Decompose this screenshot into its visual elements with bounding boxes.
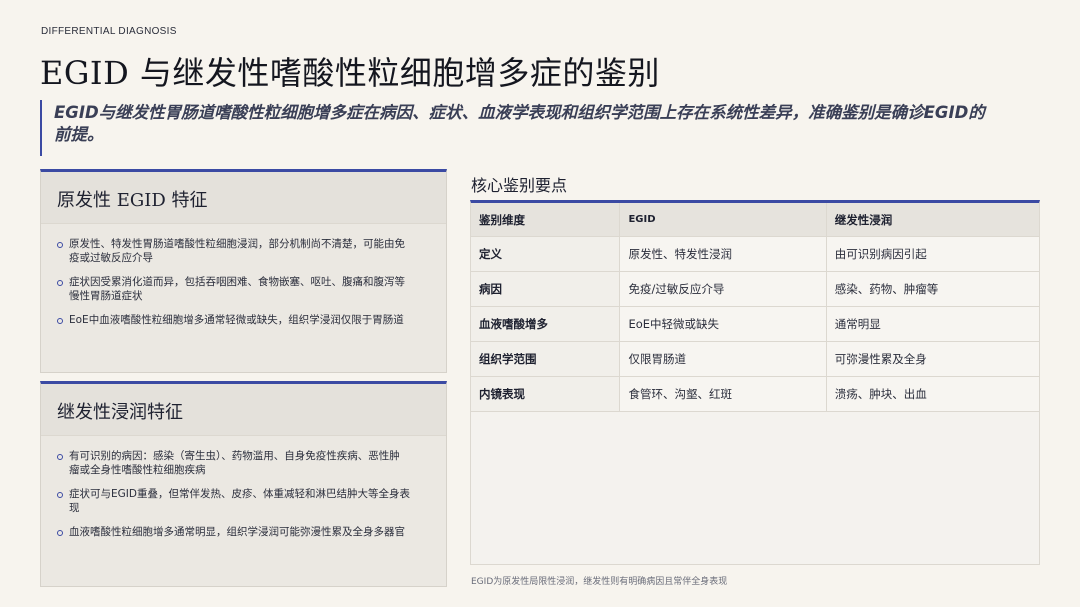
table-footnote: EGID为原发性局限性浸润，继发性则有明确病因且常伴全身表现 <box>471 577 728 587</box>
circle-bullet-icon <box>57 492 63 498</box>
row-label: 病因 <box>471 272 621 307</box>
table-row: 组织学范围 仅限胃肠道 可弥漫性累及全身 <box>471 342 1039 377</box>
table-cell: 可弥漫性累及全身 <box>826 342 1039 377</box>
list-item-text: 症状因受累消化道而异，包括吞咽困难、食物嵌塞、呕吐、腹痛和腹泻等慢性胃肠道症状 <box>69 276 405 302</box>
table-cell: 感染、药物、肿瘤等 <box>826 272 1039 307</box>
row-label: 定义 <box>471 237 621 272</box>
circle-bullet-icon <box>57 454 63 460</box>
column-header: EGID <box>620 203 827 237</box>
table-cell: 食管环、沟壑、红斑 <box>620 377 827 412</box>
circle-bullet-icon <box>57 318 63 324</box>
table-row: 血液嗜酸增多 EoE中轻微或缺失 通常明显 <box>471 307 1039 342</box>
table-row: 病因 免疫/过敏反应介导 感染、药物、肿瘤等 <box>471 272 1039 307</box>
page-title: EGID 与继发性嗜酸性粒细胞增多症的鉴别 <box>40 54 660 92</box>
list-item: 症状因受累消化道而异，包括吞咽困难、食物嵌塞、呕吐、腹痛和腹泻等慢性胃肠道症状 <box>57 276 410 303</box>
circle-bullet-icon <box>57 530 63 536</box>
list-item: EoE中血液嗜酸性粒细胞增多通常轻微或缺失，组织学浸润仅限于胃肠道 <box>57 314 410 328</box>
row-label: 内镜表现 <box>471 377 621 412</box>
row-label: 组织学范围 <box>471 342 621 377</box>
section-kicker: DIFFERENTIAL DIAGNOSIS <box>41 26 177 37</box>
table-section-title: 核心鉴别要点 <box>471 176 568 195</box>
list-item: 原发性、特发性胃肠道嗜酸性粒细胞浸润，部分机制尚不清楚，可能由免疫或过敏反应介导 <box>57 238 410 265</box>
secondary-card-heading: 继发性浸润特征 <box>41 384 446 436</box>
table-cell: 由可识别病因引起 <box>826 237 1039 272</box>
comparison-table-panel: 鉴别维度 EGID 继发性浸润 定义 原发性、特发性浸润 由可识别病因引起 病因… <box>470 200 1040 565</box>
table-row: 内镜表现 食管环、沟壑、红斑 溃疡、肿块、出血 <box>471 377 1039 412</box>
circle-bullet-icon <box>57 280 63 286</box>
table-header-row: 鉴别维度 EGID 继发性浸润 <box>471 203 1039 237</box>
list-item: 血液嗜酸性粒细胞增多通常明显，组织学浸润可能弥漫性累及全身多器官 <box>57 526 410 540</box>
secondary-infiltration-card: 继发性浸润特征 有可识别的病因：感染（寄生虫）、药物滥用、自身免疫性疾病、恶性肿… <box>40 381 447 587</box>
table-cell: 通常明显 <box>826 307 1039 342</box>
list-item-text: 有可识别的病因：感染（寄生虫）、药物滥用、自身免疫性疾病、恶性肿瘤或全身性嗜酸性… <box>69 450 400 476</box>
primary-card-heading: 原发性 EGID 特征 <box>41 172 446 224</box>
table-cell: 免疫/过敏反应介导 <box>620 272 827 307</box>
primary-feature-list: 原发性、特发性胃肠道嗜酸性粒细胞浸润，部分机制尚不清楚，可能由免疫或过敏反应介导… <box>41 224 446 328</box>
comparison-table: 鉴别维度 EGID 继发性浸润 定义 原发性、特发性浸润 由可识别病因引起 病因… <box>471 203 1039 412</box>
list-item-text: 症状可与EGID重叠，但常伴发热、皮疹、体重减轻和淋巴结肿大等全身表现 <box>69 488 410 514</box>
secondary-feature-list: 有可识别的病因：感染（寄生虫）、药物滥用、自身免疫性疾病、恶性肿瘤或全身性嗜酸性… <box>41 436 446 540</box>
table-cell: 原发性、特发性浸润 <box>620 237 827 272</box>
column-header: 继发性浸润 <box>826 203 1039 237</box>
primary-egid-card: 原发性 EGID 特征 原发性、特发性胃肠道嗜酸性粒细胞浸润，部分机制尚不清楚，… <box>40 169 447 373</box>
circle-bullet-icon <box>57 242 63 248</box>
table-cell: 溃疡、肿块、出血 <box>826 377 1039 412</box>
list-item-text: EoE中血液嗜酸性粒细胞增多通常轻微或缺失，组织学浸润仅限于胃肠道 <box>69 314 404 326</box>
table-row: 定义 原发性、特发性浸润 由可识别病因引起 <box>471 237 1039 272</box>
table-cell: EoE中轻微或缺失 <box>620 307 827 342</box>
row-label: 血液嗜酸增多 <box>471 307 621 342</box>
table-cell: 仅限胃肠道 <box>620 342 827 377</box>
column-header: 鉴别维度 <box>471 203 621 237</box>
list-item: 有可识别的病因：感染（寄生虫）、药物滥用、自身免疫性疾病、恶性肿瘤或全身性嗜酸性… <box>57 450 410 477</box>
list-item-text: 原发性、特发性胃肠道嗜酸性粒细胞浸润，部分机制尚不清楚，可能由免疫或过敏反应介导 <box>69 238 405 264</box>
lead-statement: EGID与继发性胃肠道嗜酸性粒细胞增多症在病因、症状、血液学表现和组织学范围上存… <box>40 100 1000 156</box>
list-item-text: 血液嗜酸性粒细胞增多通常明显，组织学浸润可能弥漫性累及全身多器官 <box>69 526 405 538</box>
list-item: 症状可与EGID重叠，但常伴发热、皮疹、体重减轻和淋巴结肿大等全身表现 <box>57 488 410 515</box>
